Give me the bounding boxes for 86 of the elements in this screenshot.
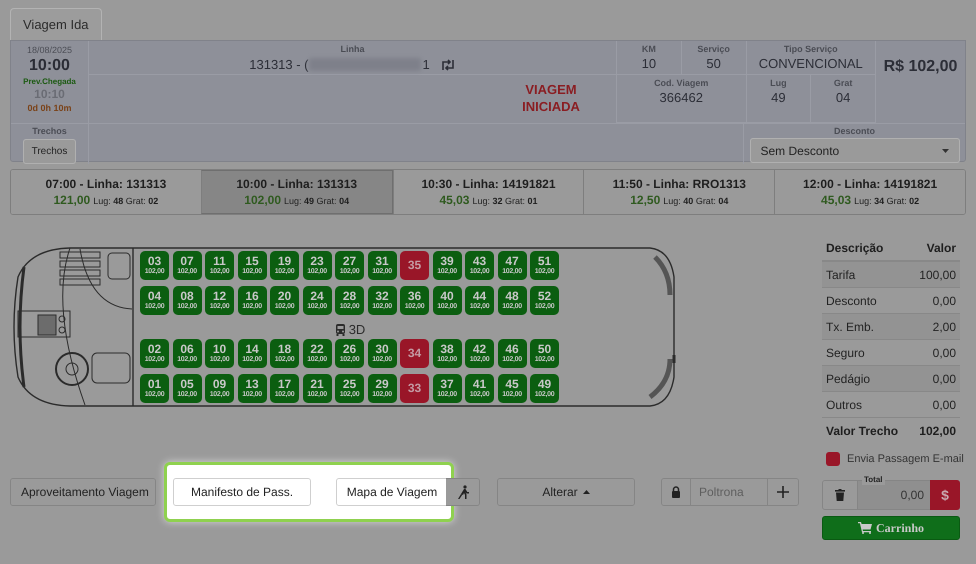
field-label: KM: [642, 43, 656, 55]
trip-map-button[interactable]: Mapa de Viagem: [336, 478, 448, 506]
seat[interactable]: 33: [400, 374, 429, 403]
table-cell-text: 0,00: [932, 292, 956, 310]
field-label: Lug: [770, 77, 787, 89]
field-value: 10: [642, 55, 656, 72]
column-header: Descrição: [826, 240, 884, 257]
discount-select[interactable]: Sem Desconto: [750, 138, 960, 163]
table-cell-text: Seguro: [826, 344, 865, 362]
walking-person-button[interactable]: [446, 478, 480, 506]
arrival-label: Prev.Chegada: [23, 76, 76, 87]
field-label: Cod. Viagem: [654, 77, 708, 89]
schedule-title: 12:00 - Linha: 14191821: [803, 176, 938, 192]
lock-icon: [661, 478, 691, 506]
caret-icon: [942, 148, 948, 152]
plus-icon: [777, 486, 789, 498]
table-cell-text: 100,00: [919, 266, 956, 284]
field-label: Serviço: [697, 43, 730, 55]
line-text: 131313 - (: [249, 56, 309, 74]
field-label: Desconto: [834, 125, 875, 137]
seat-input[interactable]: Poltrona: [691, 478, 767, 506]
schedule-info: Lug: 48 Grat: 02: [93, 194, 158, 208]
table-cell-text: 0,00: [932, 396, 956, 414]
segments-button[interactable]: Trechos: [22, 139, 76, 164]
bus-icon: [334, 324, 346, 336]
field-label: Trechos: [32, 125, 67, 137]
schedule-price: 12,50: [630, 192, 660, 208]
schedule-title: 07:00 - Linha: 131313: [46, 176, 166, 192]
table-cell-text: Outros: [826, 396, 862, 414]
trip-status: VIAGEM INICIADA: [521, 81, 581, 116]
schedule-title: 11:50 - Linha: RRO1313: [612, 176, 746, 192]
field-label: Total: [862, 475, 885, 485]
tab[interactable]: Viagem Ida: [10, 8, 102, 40]
field-label: Linha: [340, 43, 364, 55]
duration-text: 0d 0h 10m: [27, 102, 72, 114]
date-text: 18/08/2025: [26, 44, 72, 56]
table-cell-text: 0,00: [932, 344, 956, 362]
field-label: Tipo Serviço: [784, 43, 838, 55]
table-cell-text: Desconto: [826, 292, 877, 310]
schedule-price: 102,00: [244, 192, 281, 208]
checkbox[interactable]: [826, 452, 840, 466]
cart-button[interactable]: Carrinho: [822, 516, 960, 540]
schedule-price: 121,00: [54, 192, 90, 208]
column-header: Valor: [926, 240, 956, 257]
table-cell-text: Pedágio: [826, 370, 870, 388]
trip-price: R$ 102,00: [884, 57, 958, 75]
table-cell-text: 102,00: [919, 423, 956, 440]
delete-button[interactable]: [822, 480, 858, 510]
schedule-info: Lug: 32 Grat: 01: [472, 194, 538, 208]
field-value: 49: [771, 89, 786, 106]
reuse-button[interactable]: Aproveitamento Viagem: [10, 478, 156, 506]
schedule-card[interactable]: 12:00 - Linha: 14191821 45,03 Lug: 34 Grat: 02: [774, 170, 965, 214]
schedule-card[interactable]: 10:30 - Linha: 14191821 45,03 Lug: 32 Grat: 01: [392, 170, 584, 214]
walking-person-icon: [456, 485, 468, 499]
table-cell-text: 0,00: [932, 370, 956, 388]
manifest-button[interactable]: Manifesto de Pass.: [173, 478, 311, 506]
change-button[interactable]: Alterar: [497, 478, 635, 506]
caret-icon: [582, 490, 590, 494]
trash-icon: [835, 489, 845, 501]
table-cell-text: Tarifa: [826, 266, 856, 284]
field-value: CONVENCIONAL: [758, 55, 863, 72]
field-value: 366462: [660, 89, 703, 106]
schedule-title: 10:00 - Linha: 131313: [236, 176, 358, 192]
swap-icon: [440, 58, 456, 71]
add-button[interactable]: [767, 478, 799, 506]
field-value: 04: [836, 89, 850, 106]
table-cell-text: 2,00: [932, 318, 956, 336]
deck-label: 3D: [348, 321, 366, 340]
cart-icon: [858, 522, 872, 534]
table-cell-text: Tx. Emb.: [826, 318, 874, 336]
departure-time: 10:00: [29, 56, 70, 76]
pay-button[interactable]: $: [930, 480, 960, 510]
schedule-price: 45,03: [821, 192, 852, 208]
table-cell-text: Valor Trecho: [826, 423, 898, 440]
checkbox-label: Envia Passagem E-mail: [847, 452, 964, 467]
seat[interactable]: 34: [400, 339, 429, 368]
field-label: Grat: [834, 77, 852, 89]
schedule-info: Lug: 34 Grat: 02: [854, 194, 920, 208]
schedule-info: Lug: 40 Grat: 04: [663, 194, 728, 208]
line-text: 1: [422, 56, 430, 74]
schedule-price: 45,03: [439, 192, 470, 208]
seat[interactable]: 35: [400, 251, 429, 280]
field-value: 50: [706, 55, 721, 72]
schedule-title: 10:30 - Linha: 14191821: [421, 176, 556, 192]
schedule-card[interactable]: 10:00 - Linha: 131313 102,00 Lug: 49 Grat: 04: [200, 170, 393, 214]
schedule-info: Lug: 49 Grat: 04: [284, 194, 350, 208]
